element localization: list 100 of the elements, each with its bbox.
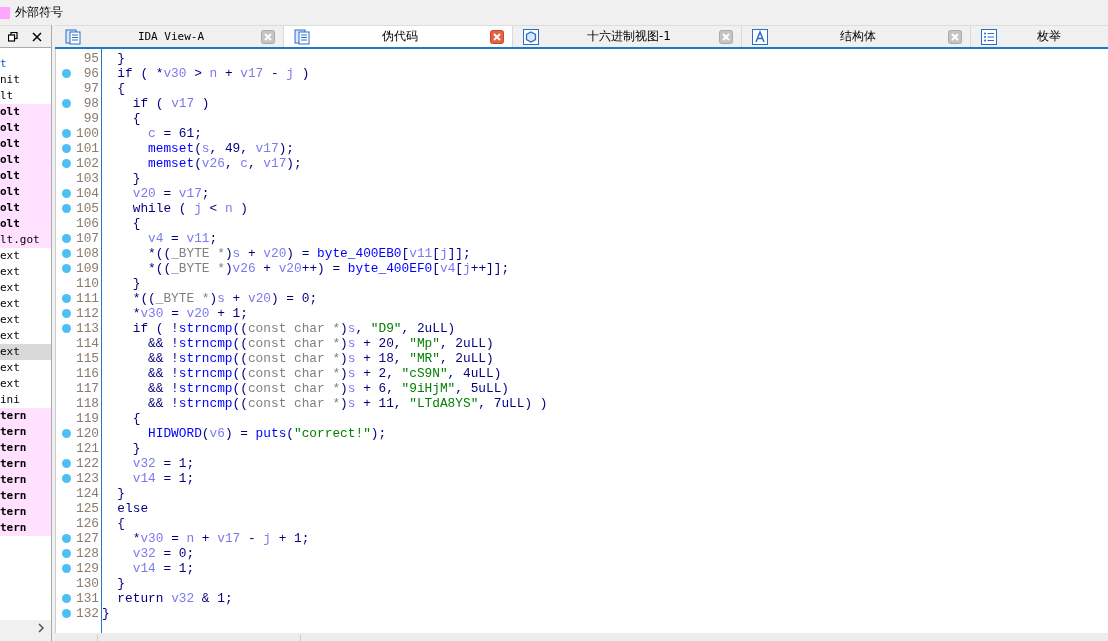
line-number: 126 bbox=[75, 516, 100, 531]
line-number: 130 bbox=[75, 576, 100, 591]
line-number: 124 bbox=[75, 486, 100, 501]
symbol-item[interactable]: tern bbox=[0, 440, 51, 456]
marker-dot[interactable] bbox=[62, 294, 71, 303]
line-number: 98 bbox=[83, 96, 100, 111]
symbol-item[interactable]: ext bbox=[0, 360, 51, 376]
marker-dot[interactable] bbox=[62, 564, 71, 573]
close-icon[interactable] bbox=[32, 31, 42, 42]
editor-tab[interactable]: 伪代码 bbox=[284, 26, 513, 47]
marker-dot[interactable] bbox=[62, 264, 71, 273]
symbol-item[interactable]: ext bbox=[0, 312, 51, 328]
symbol-item[interactable]: ext bbox=[0, 328, 51, 344]
symbol-item[interactable]: tern bbox=[0, 504, 51, 520]
symbol-item[interactable]: tern bbox=[0, 456, 51, 472]
document-icon bbox=[65, 28, 81, 45]
marker-dot[interactable] bbox=[62, 234, 71, 243]
line-number: 103 bbox=[75, 171, 100, 186]
symbol-item[interactable]: ext bbox=[0, 376, 51, 392]
marker-dot[interactable] bbox=[62, 69, 71, 78]
symbol-item[interactable]: ext bbox=[0, 248, 51, 264]
symbol-item[interactable]: olt bbox=[0, 216, 51, 232]
symbol-item[interactable]: olt bbox=[0, 184, 51, 200]
marker-dot[interactable] bbox=[62, 534, 71, 543]
code-line: } bbox=[116, 576, 127, 591]
symbol-item[interactable]: ext bbox=[0, 264, 51, 280]
symbol-item[interactable]: tern bbox=[0, 424, 51, 440]
line-number: 129 bbox=[75, 561, 100, 576]
marker-dot[interactable] bbox=[62, 609, 71, 618]
legend-label: 外部符号 bbox=[15, 4, 63, 21]
marker-dot[interactable] bbox=[62, 159, 71, 168]
line-number: 122 bbox=[75, 456, 100, 471]
symbol-item[interactable]: tern bbox=[0, 520, 51, 536]
close-tab-icon[interactable] bbox=[261, 29, 275, 44]
symbol-item[interactable]: ext bbox=[0, 280, 51, 296]
legend-swatch bbox=[0, 6, 10, 19]
line-number: 108 bbox=[75, 246, 100, 261]
symbol-item[interactable]: olt bbox=[0, 168, 51, 184]
line-number: 104 bbox=[75, 186, 100, 201]
code-line: *v30 = n + v17 - j + 1; bbox=[131, 531, 311, 546]
symbol-item[interactable]: olt bbox=[0, 200, 51, 216]
marker-dot[interactable] bbox=[62, 309, 71, 318]
line-number: 114 bbox=[75, 336, 100, 351]
code-line: *((_BYTE *)s + v20) = byte_400EB0[v11[j]]; bbox=[147, 246, 472, 261]
line-number: 119 bbox=[75, 411, 100, 426]
marker-dot[interactable] bbox=[62, 99, 71, 108]
marker-dot[interactable] bbox=[62, 129, 71, 138]
restore-icon[interactable] bbox=[8, 31, 18, 42]
code-line: v4 = v11; bbox=[147, 231, 219, 246]
symbol-item[interactable]: tern bbox=[0, 488, 51, 504]
close-tab-icon[interactable] bbox=[719, 29, 733, 44]
line-number: 97 bbox=[83, 81, 100, 96]
marker-dot[interactable] bbox=[62, 189, 71, 198]
symbol-item[interactable]: nit bbox=[0, 72, 51, 88]
marker-dot[interactable] bbox=[62, 459, 71, 468]
code-line: memset(s, 49, v17); bbox=[147, 141, 295, 156]
scroll-right-icon[interactable] bbox=[37, 623, 45, 633]
symbol-item[interactable]: ini bbox=[0, 392, 51, 408]
code-line: memset(v26, c, v17); bbox=[147, 156, 303, 171]
code-line: && !strncmp((const char *)s + 6, "9iHjM", 5uLL) bbox=[147, 381, 511, 396]
marker-dot[interactable] bbox=[62, 144, 71, 153]
code-line: v14 = 1; bbox=[131, 471, 196, 486]
symbol-item[interactable]: t bbox=[0, 56, 51, 72]
symbol-item[interactable]: olt bbox=[0, 152, 51, 168]
hexagon-icon bbox=[523, 28, 539, 45]
marker-dot[interactable] bbox=[62, 429, 71, 438]
line-number: 111 bbox=[75, 291, 100, 306]
close-tab-icon[interactable] bbox=[490, 29, 504, 44]
symbol-item[interactable]: lt bbox=[0, 88, 51, 104]
symbol-item[interactable]: ext bbox=[0, 344, 51, 360]
code-line: } bbox=[131, 171, 142, 186]
code-line: { bbox=[116, 81, 127, 96]
symbol-item[interactable]: olt bbox=[0, 104, 51, 120]
line-number: 121 bbox=[75, 441, 100, 456]
line-number: 110 bbox=[75, 276, 100, 291]
symbol-item[interactable]: olt bbox=[0, 136, 51, 152]
code-line: *((_BYTE *)v26 + v20++) = byte_400EF0[v4[j++]]; bbox=[147, 261, 511, 276]
code-line: v14 = 1; bbox=[131, 561, 196, 576]
marker-dot[interactable] bbox=[62, 204, 71, 213]
close-tab-icon[interactable] bbox=[948, 29, 962, 44]
code-line: HIDWORD(v6) = puts("correct!"); bbox=[147, 426, 388, 441]
code-line: v32 = 1; bbox=[131, 456, 196, 471]
marker-dot[interactable] bbox=[62, 324, 71, 333]
symbol-item[interactable]: tern bbox=[0, 408, 51, 424]
code-line: else bbox=[116, 501, 150, 516]
code-line: && !strncmp((const char *)s + 18, "MR", 2uLL) bbox=[147, 351, 495, 366]
code-line: *((_BYTE *)s + v20) = 0; bbox=[131, 291, 319, 306]
line-number: 102 bbox=[75, 156, 100, 171]
marker-dot[interactable] bbox=[62, 549, 71, 558]
code-line: } bbox=[116, 486, 127, 501]
symbol-item[interactable]: olt bbox=[0, 120, 51, 136]
code-line: } bbox=[131, 276, 142, 291]
symbol-item[interactable]: tern bbox=[0, 472, 51, 488]
marker-dot[interactable] bbox=[62, 474, 71, 483]
marker-dot[interactable] bbox=[62, 249, 71, 258]
symbol-item[interactable]: lt.got bbox=[0, 232, 51, 248]
line-number: 128 bbox=[75, 546, 100, 561]
marker-dot[interactable] bbox=[62, 594, 71, 603]
line-number: 131 bbox=[75, 591, 100, 606]
symbol-item[interactable]: ext bbox=[0, 296, 51, 312]
